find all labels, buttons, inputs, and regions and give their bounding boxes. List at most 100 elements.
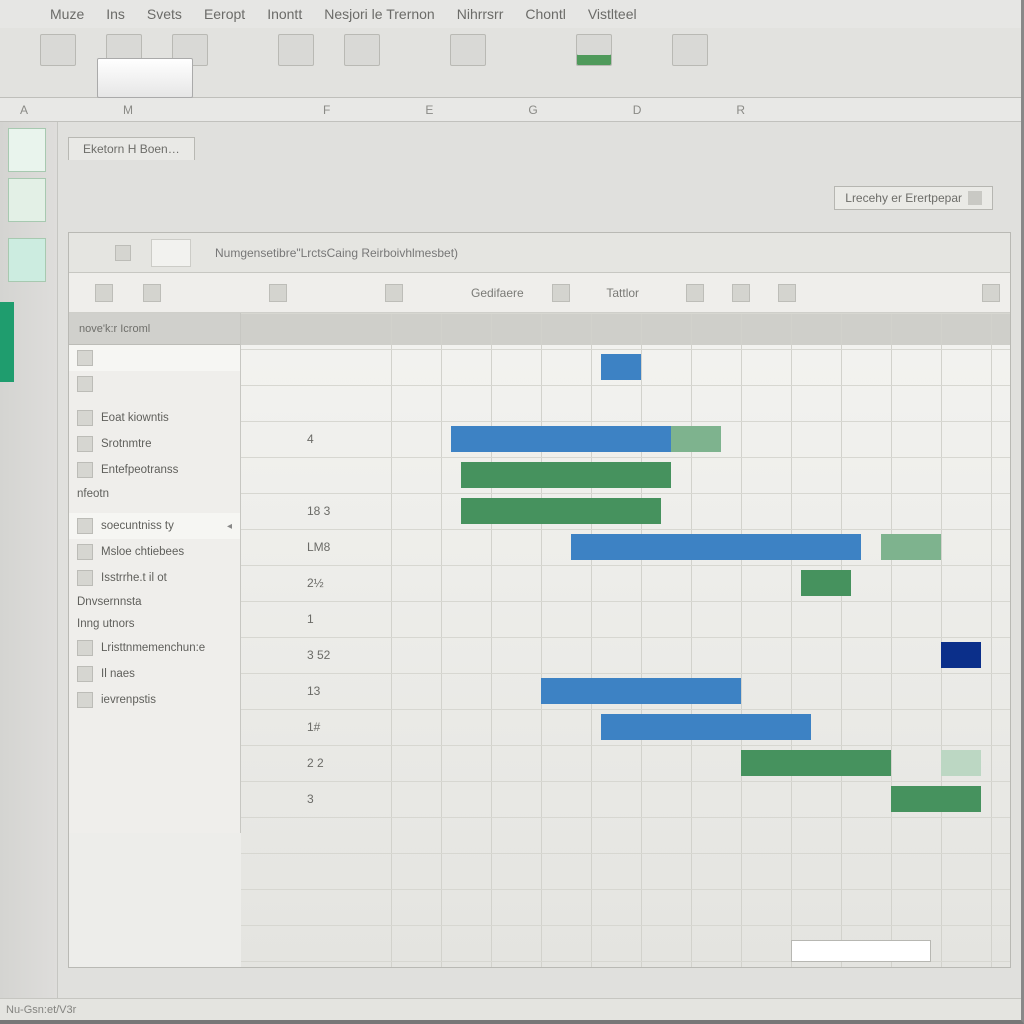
main-area: Eketorn H Boen… Lrecehy er Erertpepar Nu… <box>0 122 1021 998</box>
gridline-h <box>241 601 1010 602</box>
gantt-bar[interactable] <box>461 498 661 524</box>
gantt-bar[interactable] <box>941 642 981 668</box>
subbar-icon[interactable] <box>778 284 796 302</box>
item-label: nfeotn <box>77 488 109 500</box>
ribbon-icon[interactable] <box>672 34 708 66</box>
bottom-input[interactable] <box>791 940 931 962</box>
side-panel-header: nove'k:r Icroml <box>69 313 240 345</box>
ribbon-icon[interactable] <box>576 34 612 66</box>
gridline-v <box>541 313 542 967</box>
menu-item[interactable]: Nesjori le Trernon <box>324 6 435 22</box>
ribbon-group <box>450 34 486 66</box>
subbar-icon[interactable] <box>732 284 750 302</box>
menu-item[interactable]: Ins <box>106 6 125 22</box>
gridline-v <box>691 313 692 967</box>
side-panel-item[interactable]: Dnvsernnsta <box>69 591 240 613</box>
menu-item[interactable]: Muze <box>50 6 84 22</box>
side-panel-item[interactable]: Srotnmtre <box>69 431 240 457</box>
side-panel-item[interactable]: Eoat kiowntis <box>69 405 240 431</box>
side-panel-item[interactable]: soecuntniss ty◂ <box>69 513 240 539</box>
row-value: 1# <box>301 709 385 745</box>
status-text: Nu-Gsn:et/V3r <box>6 1004 76 1016</box>
item-icon <box>77 666 93 682</box>
ribbon-icon[interactable] <box>344 34 380 66</box>
ribbon-icon[interactable] <box>450 34 486 66</box>
item-icon <box>77 570 93 586</box>
gridline-v <box>791 313 792 967</box>
thumbnail[interactable] <box>8 238 46 282</box>
row-value: 2 2 <box>301 745 385 781</box>
thumbnail[interactable] <box>8 178 46 222</box>
subbar-col: Gedifaere <box>471 286 524 300</box>
item-icon <box>77 350 93 366</box>
gantt-bar[interactable] <box>601 714 811 740</box>
item-icon <box>77 518 93 534</box>
menu-item[interactable]: Svets <box>147 6 182 22</box>
gantt-bar[interactable] <box>541 678 741 704</box>
ribbon-icon[interactable] <box>40 34 76 66</box>
menu-item[interactable]: Nihrrsrr <box>457 6 504 22</box>
side-panel-item[interactable] <box>69 345 240 371</box>
side-panel-item[interactable]: Entefpeotranss <box>69 457 240 483</box>
subbar-icon[interactable] <box>982 284 1000 302</box>
ribbon-icon[interactable] <box>278 34 314 66</box>
menu-item[interactable]: Eeropt <box>204 6 245 22</box>
sheet-select-icon[interactable] <box>115 245 131 261</box>
gantt-bar[interactable] <box>881 534 941 560</box>
row-value: LM8 <box>301 529 385 565</box>
gantt-bar[interactable] <box>601 354 641 380</box>
subbar-icon[interactable] <box>552 284 570 302</box>
item-label: Dnvsernnsta <box>77 596 142 608</box>
ribbon-highlight[interactable] <box>97 58 193 98</box>
item-icon <box>77 640 93 656</box>
subbar-icon[interactable] <box>686 284 704 302</box>
left-strip <box>0 122 58 998</box>
subbar-icon[interactable] <box>385 284 403 302</box>
side-panel-item[interactable]: Msloe chtiebees <box>69 539 240 565</box>
sheet-header-tab[interactable] <box>151 239 191 267</box>
subbar-col: Tattlor <box>598 286 648 300</box>
subbar-icon[interactable] <box>269 284 287 302</box>
gantt-bar[interactable] <box>741 750 891 776</box>
gantt-bar[interactable] <box>451 426 671 452</box>
tab-main[interactable]: Eketorn H Boen… <box>68 137 195 160</box>
side-panel-item[interactable]: Inng utnors <box>69 613 240 635</box>
row-value: 18 3 <box>301 493 385 529</box>
side-panel-item[interactable]: nfeotn <box>69 483 240 505</box>
side-panel-item[interactable]: Isstrrhe.t il ot <box>69 565 240 591</box>
gridline-h <box>241 457 1010 458</box>
pin-icon[interactable]: ◂ <box>227 521 232 532</box>
gridline-h <box>241 925 1010 926</box>
gantt-bar[interactable] <box>941 750 981 776</box>
side-panel-item[interactable]: Lristtnmemenchun:e <box>69 635 240 661</box>
thumbnail[interactable] <box>8 128 46 172</box>
gridline-v <box>841 313 842 967</box>
side-panel-item[interactable] <box>69 371 240 397</box>
item-icon <box>77 376 93 392</box>
subbar-icon[interactable] <box>95 284 113 302</box>
menu-item[interactable]: Chontl <box>525 6 565 22</box>
side-panel: nove'k:r Icroml Eoat kiowntis Srotnmtre … <box>69 313 241 833</box>
ribbon-group <box>278 34 314 66</box>
gantt-bar[interactable] <box>891 786 981 812</box>
side-panel-item[interactable]: Il naes <box>69 661 240 687</box>
gantt-bar[interactable] <box>571 534 861 560</box>
gridline-h <box>241 565 1010 566</box>
menu-item[interactable]: Inontt <box>267 6 302 22</box>
row-value: 3 52 <box>301 637 385 673</box>
ribbon-group <box>672 34 708 66</box>
gantt-bar[interactable] <box>461 462 671 488</box>
gantt-grid[interactable]: 4 18 3 LM8 2½ 1 3 52 13 1# 2 2 3 <box>241 313 1010 967</box>
app-window: Muze Ins Svets Eeropt Inontt Nesjori le … <box>0 0 1024 1024</box>
subbar-icon[interactable] <box>143 284 161 302</box>
gridline-h <box>241 889 1010 890</box>
gridline-h <box>241 529 1010 530</box>
menu-item[interactable]: Vistlteel <box>588 6 637 22</box>
gantt-bar[interactable] <box>801 570 851 596</box>
menu-bar: Muze Ins Svets Eeropt Inontt Nesjori le … <box>0 0 1021 28</box>
side-panel-item[interactable]: ievrenpstis <box>69 687 240 713</box>
right-toolbar-button[interactable]: Lrecehy er Erertpepar <box>834 186 993 210</box>
col-letter: D <box>633 103 642 117</box>
gantt-bar[interactable] <box>671 426 721 452</box>
strip-accent <box>0 302 14 382</box>
